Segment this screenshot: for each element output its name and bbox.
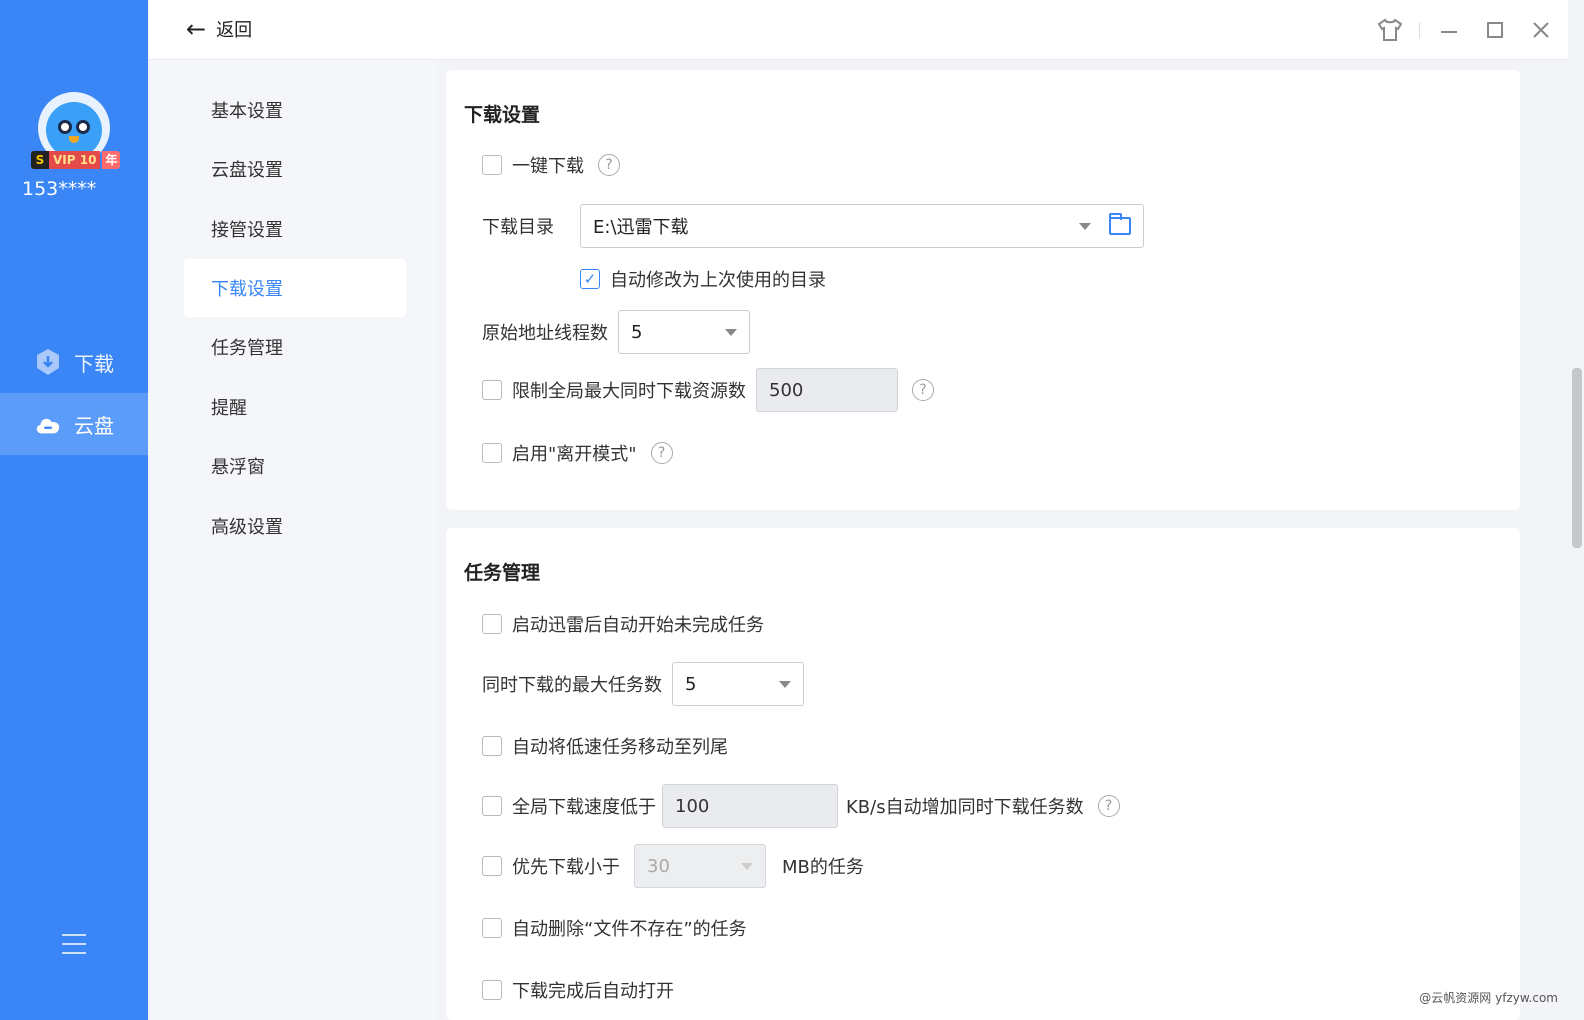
auto-start-row: 启动迅雷后自动开始未完成任务 xyxy=(482,611,764,637)
help-icon[interactable]: ? xyxy=(650,442,673,464)
section-title: 下载设置 xyxy=(464,104,541,126)
auto-delete-checkbox[interactable] xyxy=(482,918,502,938)
settings-nav-tasks[interactable]: 任务管理 xyxy=(184,318,406,376)
auto-start-checkbox[interactable] xyxy=(482,614,502,634)
window-controls xyxy=(1361,14,1558,46)
field-label: 原始地址线程数 xyxy=(482,323,608,344)
auto-last-dir-row: ✓ 自动修改为上次使用的目录 xyxy=(580,266,826,292)
one-click-download-row: 一键下载 ? xyxy=(482,152,620,178)
select-value: 5 xyxy=(685,673,697,695)
download-dir-row: 下载目录 E:\迅雷下载 xyxy=(482,204,1144,248)
download-dir-select[interactable]: E:\迅雷下载 xyxy=(580,204,1144,248)
help-icon[interactable]: ? xyxy=(1097,795,1120,817)
field-label: 同时下载的最大任务数 xyxy=(482,675,662,696)
back-label: 返回 xyxy=(216,20,253,41)
task-management-card: 任务管理 启动迅雷后自动开始未完成任务 同时下载的最大任务数 5 自动将低速任务… xyxy=(446,528,1520,1020)
checkbox-label: 启用"离开模式" xyxy=(512,444,637,465)
maximize-icon[interactable] xyxy=(1478,14,1512,46)
hamburger-menu-icon[interactable] xyxy=(62,934,86,961)
vip-level: VIP 10 xyxy=(49,151,101,169)
small-size-select[interactable]: 30 xyxy=(634,844,766,888)
download-dir-value: E:\迅雷下载 xyxy=(593,217,689,238)
select-value: 5 xyxy=(631,321,643,343)
nav-label: 下载 xyxy=(74,351,114,376)
folder-icon[interactable] xyxy=(1109,213,1131,235)
dir-actions xyxy=(1079,213,1131,235)
checkbox-label: 启动迅雷后自动开始未完成任务 xyxy=(512,615,764,636)
checkbox-label: 一键下载 xyxy=(512,156,584,177)
bird-mascot-icon xyxy=(46,102,102,158)
move-slow-row: 自动将低速任务移动至列尾 xyxy=(482,733,728,759)
limit-resources-row: 限制全局最大同时下载资源数 500 ? xyxy=(482,368,934,412)
settings-nav: 基本设置 云盘设置 接管设置 下载设置 任务管理 提醒 悬浮窗 高级设置 xyxy=(148,60,438,1020)
checkbox-label: 自动删除“文件不存在”的任务 xyxy=(512,919,747,940)
help-icon[interactable]: ? xyxy=(912,379,934,401)
speed-threshold-row: 全局下载速度低于 100 KB/s自动增加同时下载任务数 ? xyxy=(482,784,1120,828)
arrow-left-icon: ← xyxy=(186,15,207,43)
chevron-down-icon xyxy=(779,680,791,688)
download-settings-card: 下载设置 一键下载 ? 下载目录 E:\迅雷下载 ✓ 自动修改为上次使用的目录 … xyxy=(446,70,1520,510)
divider xyxy=(1419,22,1420,38)
away-mode-row: 启用"离开模式" ? xyxy=(482,440,673,466)
checkbox-label: 优先下载小于 xyxy=(512,857,620,878)
max-tasks-select[interactable]: 5 xyxy=(672,662,804,706)
vip-s-mark: S xyxy=(31,151,49,169)
nav-label: 云盘 xyxy=(74,413,114,438)
download-shield-icon xyxy=(34,348,62,376)
settings-nav-download[interactable]: 下载设置 xyxy=(184,259,406,317)
checkbox-label: 自动将低速任务移动至列尾 xyxy=(512,737,728,758)
checkbox-label: 自动修改为上次使用的目录 xyxy=(610,270,826,291)
settings-nav-basic[interactable]: 基本设置 xyxy=(184,81,406,139)
settings-nav-cloud[interactable]: 云盘设置 xyxy=(184,140,406,198)
left-sidebar: S VIP 10 年 153**** 下载 云盘 xyxy=(0,0,148,1020)
section-title: 任务管理 xyxy=(464,562,541,584)
minimize-icon[interactable] xyxy=(1432,14,1466,46)
checkbox-label: 下载完成后自动打开 xyxy=(512,981,674,1002)
limit-resources-checkbox[interactable] xyxy=(482,380,502,400)
small-first-row: 优先下载小于 30 MB的任务 xyxy=(482,844,864,888)
scrollbar[interactable] xyxy=(1572,368,1582,548)
away-mode-checkbox[interactable] xyxy=(482,443,502,463)
close-icon[interactable] xyxy=(1524,14,1558,46)
top-bar: ← 返回 xyxy=(148,0,1568,60)
max-tasks-row: 同时下载的最大任务数 5 xyxy=(482,662,804,706)
auto-open-checkbox[interactable] xyxy=(482,980,502,1000)
settings-nav-takeover[interactable]: 接管设置 xyxy=(184,200,406,258)
skin-shirt-icon[interactable] xyxy=(1373,14,1407,46)
avatar-eye xyxy=(58,120,72,134)
nav-item-cloud[interactable]: 云盘 xyxy=(0,393,148,455)
footer-brand: @云帆资源网 yfzyw.com xyxy=(1419,991,1558,1005)
auto-open-row: 下载完成后自动打开 xyxy=(482,977,674,1003)
one-click-download-checkbox[interactable] xyxy=(482,155,502,175)
cloud-icon xyxy=(34,410,62,438)
chevron-down-icon xyxy=(741,862,753,870)
speed-threshold-input[interactable]: 100 xyxy=(662,784,838,828)
nav-item-download[interactable]: 下载 xyxy=(0,331,148,393)
vip-badge[interactable]: S VIP 10 年 xyxy=(31,151,121,169)
settings-nav-advanced[interactable]: 高级设置 xyxy=(184,497,406,555)
small-first-checkbox[interactable] xyxy=(482,856,502,876)
field-label: 下载目录 xyxy=(482,217,554,238)
checkbox-label: 全局下载速度低于 xyxy=(512,797,656,818)
chevron-down-icon xyxy=(725,328,737,336)
checkbox-label: 限制全局最大同时下载资源数 xyxy=(512,381,746,402)
settings-nav-reminder[interactable]: 提醒 xyxy=(184,378,406,436)
speed-threshold-checkbox[interactable] xyxy=(482,796,502,816)
settings-nav-float[interactable]: 悬浮窗 xyxy=(184,437,406,495)
limit-resources-input[interactable]: 500 xyxy=(756,368,898,412)
auto-delete-row: 自动删除“文件不存在”的任务 xyxy=(482,915,747,941)
speed-suffix: KB/s自动增加同时下载任务数 xyxy=(846,797,1084,818)
auto-last-dir-checkbox[interactable]: ✓ xyxy=(580,269,600,289)
chevron-down-icon[interactable] xyxy=(1079,222,1091,230)
username: 153**** xyxy=(22,178,97,200)
select-value: 30 xyxy=(647,855,670,877)
avatar-eye xyxy=(76,120,90,134)
move-slow-checkbox[interactable] xyxy=(482,736,502,756)
threads-select[interactable]: 5 xyxy=(618,310,750,354)
vip-year-mark: 年 xyxy=(102,151,121,169)
small-suffix: MB的任务 xyxy=(782,857,864,878)
help-icon[interactable]: ? xyxy=(598,154,620,176)
back-button[interactable]: ← 返回 xyxy=(186,16,252,42)
threads-row: 原始地址线程数 5 xyxy=(482,310,750,354)
